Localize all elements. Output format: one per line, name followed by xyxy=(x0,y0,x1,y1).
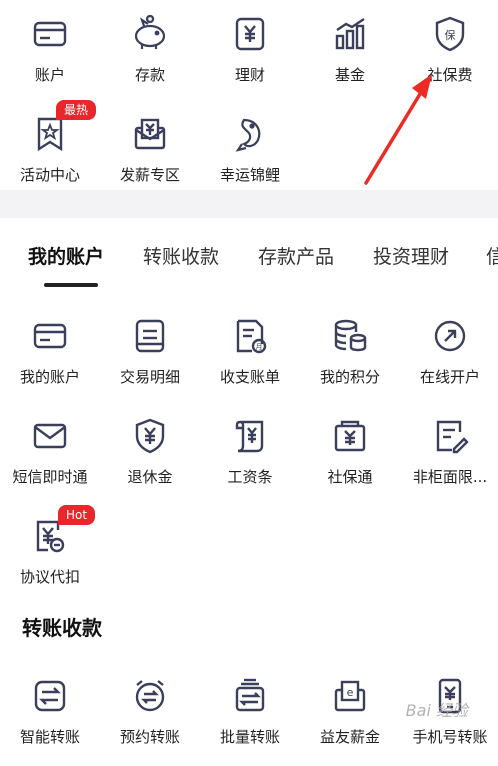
category-tabs: 我的账户 转账收款 存款产品 投资理财 信 xyxy=(0,230,498,290)
alarm-transfer-icon xyxy=(130,676,170,716)
batch-transfer-icon xyxy=(230,676,270,716)
piggy-bank-icon xyxy=(130,14,170,54)
transfer-item-scheduled[interactable]: 预约转账 xyxy=(100,676,200,766)
account-item-non-counter-limit[interactable]: 非柜面限... xyxy=(400,416,498,506)
tab-deposit-products[interactable]: 存款产品 xyxy=(258,242,334,269)
bar-chart-icon xyxy=(330,14,370,54)
watermark: Bai 经验 xyxy=(405,701,468,720)
account-item-pension[interactable]: 退休金 xyxy=(100,416,200,506)
open-account-icon xyxy=(430,316,470,356)
coins-icon xyxy=(330,316,370,356)
account-item-agreement-debit[interactable]: 协议代扣 xyxy=(0,516,100,606)
account-item-payslip[interactable]: 工资条 xyxy=(200,416,300,506)
list-doc-icon xyxy=(130,316,170,356)
transfer-item-smart[interactable]: 智能转账 xyxy=(0,676,100,766)
card-icon xyxy=(30,316,70,356)
menu-item-social-insurance[interactable]: 保 社保费 xyxy=(400,14,498,104)
transfer-item-batch[interactable]: 批量转账 xyxy=(200,676,300,766)
transfer-item-phone[interactable]: 手机号转账 xyxy=(400,676,498,766)
transfer-item-yiyou-salary[interactable]: e 益友薪金 xyxy=(300,676,400,766)
scroll-icon xyxy=(230,416,270,456)
svg-text:保: 保 xyxy=(445,28,456,42)
menu-item-lucky-koi[interactable]: 幸运锦鲤 xyxy=(200,114,300,204)
menu-item-account[interactable]: 账户 xyxy=(0,14,100,104)
shield-yuan-icon xyxy=(130,416,170,456)
account-item-my-account[interactable]: 我的账户 xyxy=(0,316,100,406)
star-bookmark-icon xyxy=(30,114,70,154)
hot-badge: 最热 xyxy=(56,100,97,120)
menu-item-salary-zone[interactable]: 发薪专区 xyxy=(100,114,200,204)
menu-item-wealth[interactable]: 理财 xyxy=(200,14,300,104)
envelope-icon xyxy=(30,416,70,456)
tab-transfer[interactable]: 转账收款 xyxy=(143,242,219,269)
hot-badge: Hot xyxy=(58,505,96,525)
account-item-sms[interactable]: 短信即时通 xyxy=(0,416,100,506)
smart-transfer-icon xyxy=(30,676,70,716)
edit-doc-icon xyxy=(430,416,470,456)
account-item-points[interactable]: 我的积分 xyxy=(300,316,400,406)
koi-fish-icon xyxy=(230,114,270,154)
social-security-icon xyxy=(330,416,370,456)
account-item-bill[interactable]: 月 收支账单 xyxy=(200,316,300,406)
salary-envelope-icon xyxy=(130,114,170,154)
account-item-social-security[interactable]: 社保通 xyxy=(300,416,400,506)
menu-item-activity-center[interactable]: 活动中心 xyxy=(0,114,100,204)
section-title-transfer: 转账收款 xyxy=(22,616,102,640)
active-tab-indicator xyxy=(44,283,98,287)
yuan-doc-icon xyxy=(230,14,270,54)
menu-item-fund[interactable]: 基金 xyxy=(300,14,400,104)
menu-item-deposit[interactable]: 存款 xyxy=(100,14,200,104)
card-icon xyxy=(30,14,70,54)
salary-e-icon: e xyxy=(330,676,370,716)
shield-bao-icon: 保 xyxy=(430,14,470,54)
bill-icon: 月 xyxy=(230,316,270,356)
account-item-transactions[interactable]: 交易明细 xyxy=(100,316,200,406)
account-item-open-account[interactable]: 在线开户 xyxy=(400,316,498,406)
tab-credit[interactable]: 信 xyxy=(486,242,498,269)
svg-text:e: e xyxy=(347,686,354,699)
tab-investment[interactable]: 投资理财 xyxy=(373,242,449,269)
tab-my-account[interactable]: 我的账户 xyxy=(28,242,104,269)
svg-text:月: 月 xyxy=(256,343,263,351)
